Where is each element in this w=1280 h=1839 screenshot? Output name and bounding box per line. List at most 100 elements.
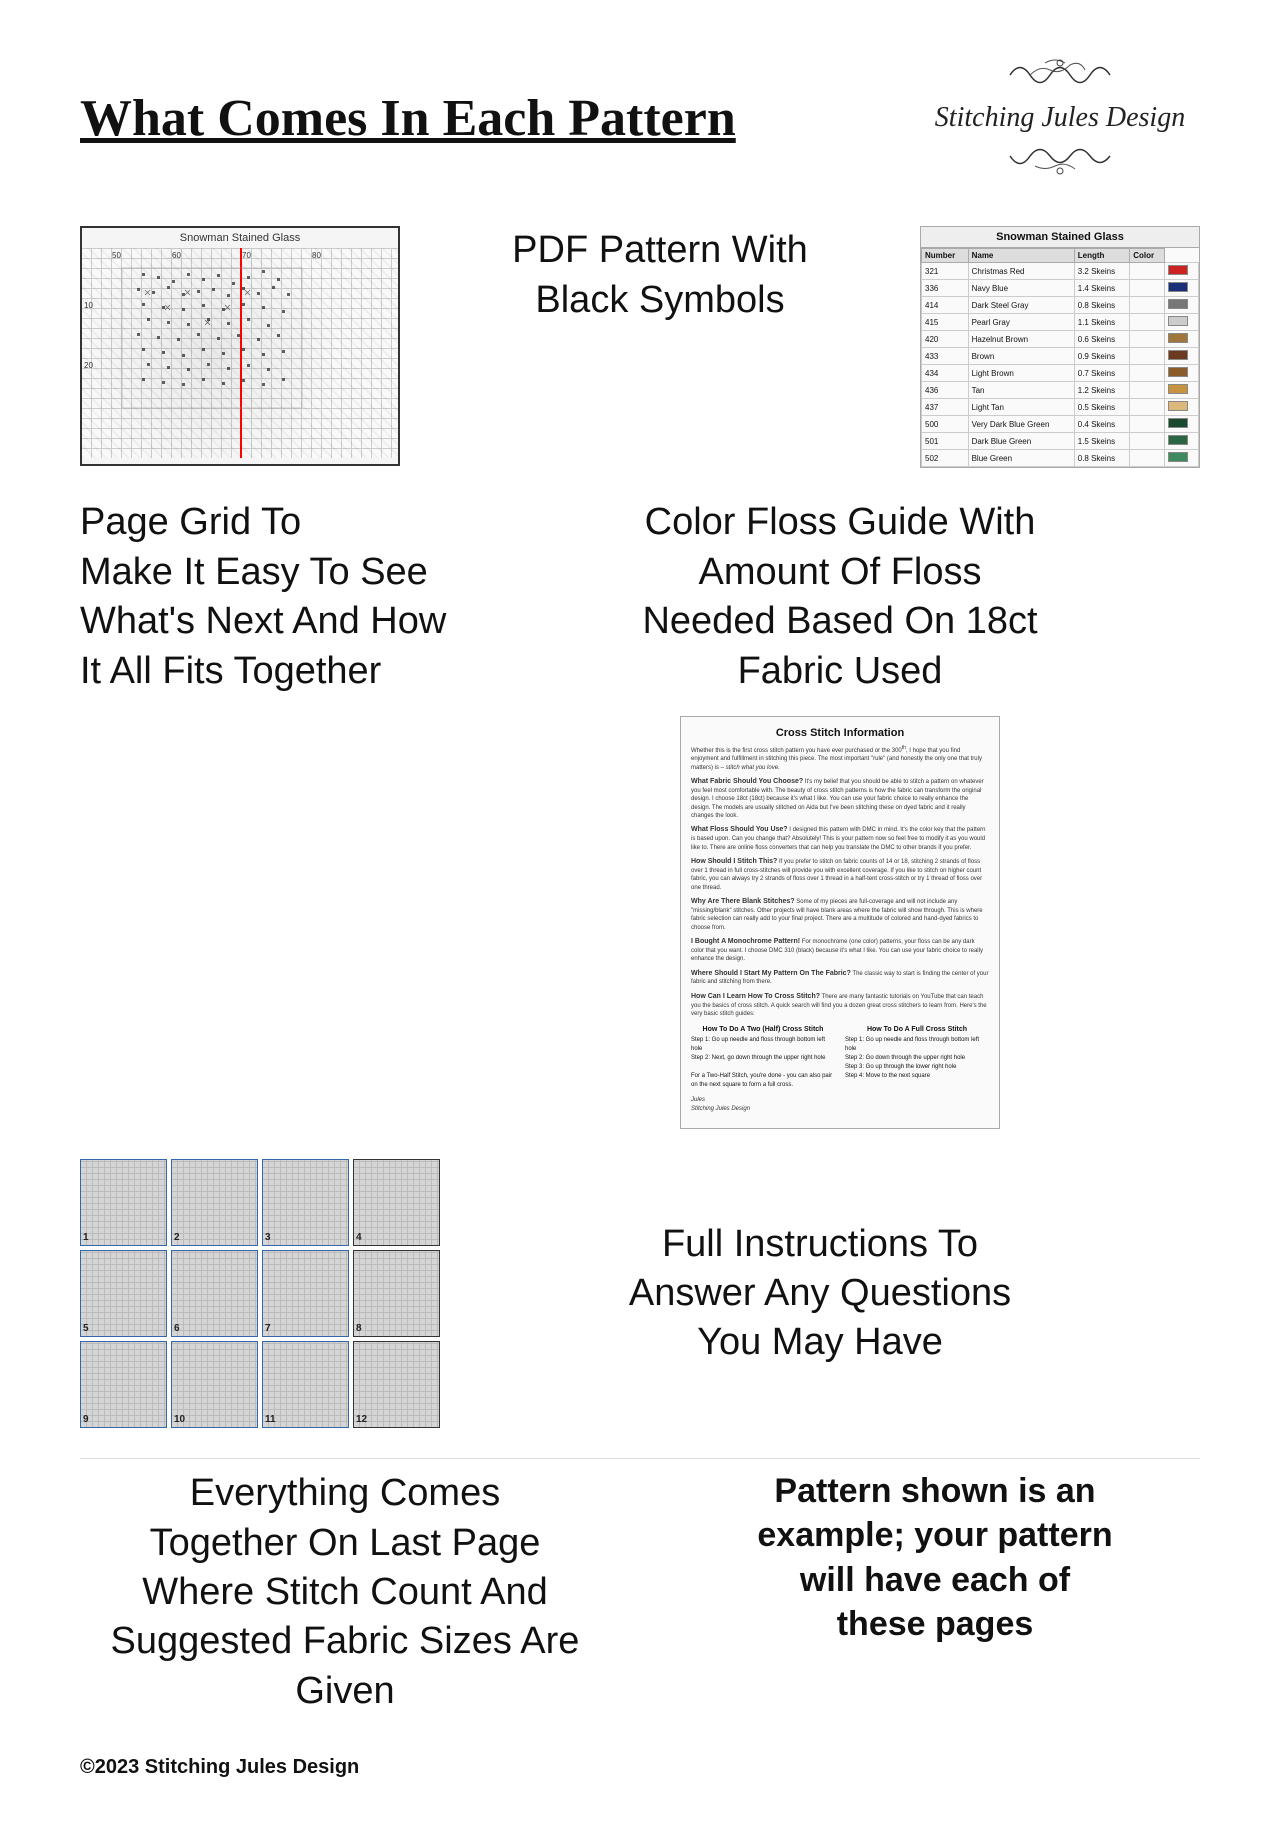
thumbnails-grid: 123456789101112 <box>80 1159 440 1428</box>
color-swatch <box>1168 401 1188 411</box>
color-swatch <box>1168 367 1188 377</box>
color-swatch <box>1168 435 1188 445</box>
thumbnail-5: 5 <box>80 1250 167 1337</box>
floss-row: 500Very Dark Blue Green0.4 Skeins <box>922 416 1199 433</box>
page-grid-description: Page Grid ToMake It Easy To SeeWhat's Ne… <box>80 498 460 696</box>
half-stitch-steps: Step 1: Go up needle and floss through b… <box>691 1036 835 1090</box>
thumb-num: 1 <box>83 1232 89 1243</box>
bottom-section: Everything ComesTogether On Last PageWhe… <box>80 1458 1200 1716</box>
page-grid-section: 123456789101112 Full Instructions ToAnsw… <box>80 1159 1200 1428</box>
thumbnail-9: 9 <box>80 1341 167 1428</box>
floss-table-title: Snowman Stained Glass <box>921 227 1199 248</box>
floss-row: 336Navy Blue1.4 Skeins <box>922 280 1199 297</box>
thumb-inner <box>263 1251 348 1336</box>
bottom-right-text: Pattern shown is anexample; your pattern… <box>670 1469 1200 1646</box>
logo-text: Stitching Jules Design <box>920 100 1200 136</box>
pattern-image: Snowman Stained Glass 50 60 70 80 10 20 <box>80 226 400 466</box>
floss-row: 436Tan1.2 Skeins <box>922 382 1199 399</box>
thumb-inner <box>81 1342 166 1427</box>
full-stitch-steps: Step 1: Go up needle and floss through b… <box>845 1036 989 1081</box>
doc-para-1: Whether this is the first cross stitch p… <box>691 745 989 772</box>
thumb-num: 10 <box>174 1414 185 1425</box>
thumbnail-3: 3 <box>262 1159 349 1246</box>
instructions-doc: Cross Stitch Information Whether this is… <box>680 716 1000 1129</box>
thumb-num: 12 <box>356 1414 367 1425</box>
color-swatch <box>1168 418 1188 428</box>
flourish-top-icon <box>1000 50 1120 100</box>
half-stitch-title: How To Do A Two (Half) Cross Stitch <box>691 1026 835 1033</box>
header: What Comes In Each Pattern Stitching Jul… <box>80 50 1200 186</box>
page: What Comes In Each Pattern Stitching Jul… <box>0 0 1280 1839</box>
thumbnail-11: 11 <box>262 1341 349 1428</box>
page-title: What Comes In Each Pattern <box>80 89 736 148</box>
floss-row: 434Light Brown0.7 Skeins <box>922 365 1199 382</box>
col-color: Color <box>1130 249 1165 263</box>
thumb-inner <box>263 1160 348 1245</box>
doc-title: Cross Stitch Information <box>691 727 989 739</box>
middle-section: Page Grid ToMake It Easy To SeeWhat's Ne… <box>80 498 1200 1129</box>
pdf-pattern-label: PDF Pattern WithBlack Symbols <box>400 226 920 325</box>
thumb-inner <box>172 1251 257 1336</box>
thumbnail-4: 4 <box>353 1159 440 1246</box>
full-stitch-title: How To Do A Full Cross Stitch <box>845 1026 989 1033</box>
color-swatch <box>1168 282 1188 292</box>
thumb-inner <box>354 1160 439 1245</box>
thumb-num: 4 <box>356 1232 362 1243</box>
color-swatch <box>1168 299 1188 309</box>
thumb-inner <box>81 1251 166 1336</box>
floss-row: 433Brown0.9 Skeins <box>922 348 1199 365</box>
half-stitch-col: How To Do A Two (Half) Cross Stitch Step… <box>691 1026 835 1090</box>
floss-data-table: Number Name Length Color 321Christmas Re… <box>921 248 1199 467</box>
flourish-bottom-icon <box>1000 136 1120 186</box>
color-swatch <box>1168 452 1188 462</box>
floss-row: 437Light Tan0.5 Skeins <box>922 399 1199 416</box>
col-name: Name <box>968 249 1074 263</box>
right-content: Color Floss Guide WithAmount Of FlossNee… <box>460 498 1200 1129</box>
page-grid-thumbnails: 123456789101112 <box>80 1159 440 1428</box>
thumbnail-12: 12 <box>353 1341 440 1428</box>
color-swatch <box>1168 265 1188 275</box>
thumbnail-7: 7 <box>262 1250 349 1337</box>
doc-para-4: How Should I Stitch This? If you prefer … <box>691 857 989 892</box>
thumb-num: 11 <box>265 1414 276 1425</box>
floss-row: 321Christmas Red3.2 Skeins <box>922 263 1199 280</box>
bottom-left-text: Everything ComesTogether On Last PageWhe… <box>80 1469 610 1716</box>
doc-para-5: Why Are There Blank Stitches? Some of my… <box>691 897 989 932</box>
thumb-inner <box>81 1160 166 1245</box>
color-swatch <box>1168 384 1188 394</box>
doc-para-2: What Fabric Should You Choose? It's my b… <box>691 777 989 820</box>
color-swatch <box>1168 333 1188 343</box>
thumb-num: 7 <box>265 1323 271 1334</box>
thumbnail-6: 6 <box>171 1250 258 1337</box>
full-stitch-col: How To Do A Full Cross Stitch Step 1: Go… <box>845 1026 989 1090</box>
thumb-num: 3 <box>265 1232 271 1243</box>
red-center-line <box>240 248 242 458</box>
copyright-text: ©2023 Stitching Jules Design <box>80 1756 359 1778</box>
floss-row: 420Hazelnut Brown0.6 Skeins <box>922 331 1199 348</box>
thumb-num: 2 <box>174 1232 180 1243</box>
floss-guide-label: Color Floss Guide WithAmount Of FlossNee… <box>642 498 1037 696</box>
thumb-inner <box>172 1160 257 1245</box>
doc-para-8: How Can I Learn How To Cross Stitch? The… <box>691 992 989 1019</box>
thumb-num: 8 <box>356 1323 362 1334</box>
doc-para-7: Where Should I Start My Pattern On The F… <box>691 969 989 987</box>
floss-table: Snowman Stained Glass Number Name Length… <box>920 226 1200 468</box>
pattern-grid: 50 60 70 80 10 20 <box>82 248 398 458</box>
full-instructions-label: Full Instructions ToAnswer Any Questions… <box>440 1220 1200 1368</box>
thumbnail-2: 2 <box>171 1159 258 1246</box>
floss-row: 414Dark Steel Gray0.8 Skeins <box>922 297 1199 314</box>
color-swatch <box>1168 316 1188 326</box>
col-number: Number <box>922 249 969 263</box>
section-pdf-row: Snowman Stained Glass 50 60 70 80 10 20 <box>80 226 1200 468</box>
logo-area: Stitching Jules Design <box>920 50 1200 186</box>
thumbnail-8: 8 <box>353 1250 440 1337</box>
stitch-diagrams: How To Do A Two (Half) Cross Stitch Step… <box>691 1026 989 1090</box>
color-swatch <box>1168 350 1188 360</box>
footer: ©2023 Stitching Jules Design <box>80 1756 1200 1779</box>
thumb-num: 9 <box>83 1414 89 1425</box>
thumbnail-1: 1 <box>80 1159 167 1246</box>
doc-para-3: What Floss Should You Use? I designed th… <box>691 825 989 852</box>
pattern-image-title: Snowman Stained Glass <box>82 228 398 248</box>
thumbnail-10: 10 <box>171 1341 258 1428</box>
col-length: Length <box>1074 249 1130 263</box>
